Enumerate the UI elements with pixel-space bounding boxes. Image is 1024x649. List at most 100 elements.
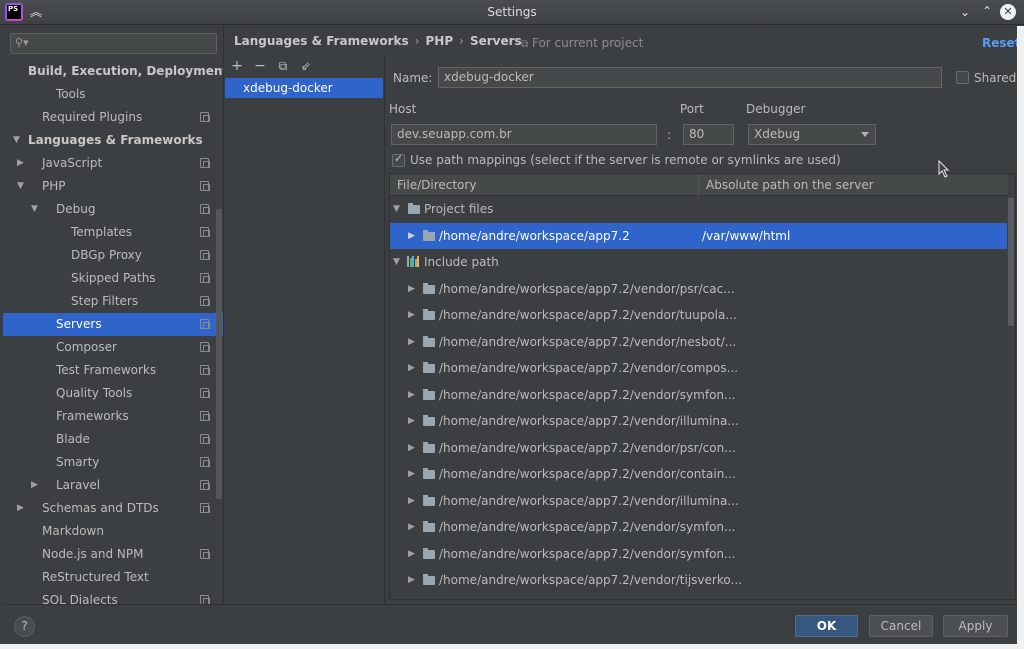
sidebar-item-node-js-and-npm[interactable]: Node.js and NPM <box>3 543 223 566</box>
expand-arrow-down-icon[interactable]: ▼ <box>13 129 20 152</box>
mapping-row[interactable]: ▶ /home/andre/workspace/app7.2/vendor/sym… <box>390 541 1007 567</box>
expand-arrow-right-icon[interactable]: ▶ <box>408 302 415 328</box>
dropdown-arrow-icon <box>861 132 869 137</box>
scrollbar-thumb[interactable] <box>1008 198 1014 326</box>
sidebar-item-templates[interactable]: Templates <box>3 221 223 244</box>
remove-server-button[interactable]: − <box>252 58 268 74</box>
sidebar-item-languages-frameworks[interactable]: ▼ Languages & Frameworks <box>3 129 223 152</box>
expand-arrow-right-icon[interactable]: ▶ <box>408 435 415 461</box>
apply-button[interactable]: Apply <box>943 615 1008 637</box>
sidebar-item-composer[interactable]: Composer <box>3 336 223 359</box>
project-level-icon <box>200 158 210 168</box>
sidebar-item-debug[interactable]: ▼ Debug <box>3 198 223 221</box>
mapping-row[interactable]: ▶ /home/andre/workspace/app7.2/vendor/psr… <box>390 276 1007 302</box>
add-server-button[interactable]: + <box>229 58 245 74</box>
chevron-down-icon[interactable]: ⌄ <box>957 4 973 20</box>
sidebar-item-skipped-paths[interactable]: Skipped Paths <box>3 267 223 290</box>
debugger-select[interactable]: Xdebug <box>748 124 876 145</box>
mapping-row[interactable]: ▶ /home/andre/workspace/app7.2/vendor/sym… <box>390 514 1007 540</box>
sidebar-item-required-plugins[interactable]: Required Plugins <box>3 106 223 129</box>
project-level-icon <box>200 112 210 122</box>
expand-arrow-right-icon[interactable]: ▶ <box>408 408 415 434</box>
sidebar-item-sql-dialects[interactable]: SQL Dialects <box>3 589 223 604</box>
folder-icon <box>408 203 420 214</box>
sidebar-item-servers[interactable]: Servers <box>3 313 223 336</box>
tree-scrollbar[interactable] <box>216 209 222 499</box>
close-icon[interactable]: ✕ <box>1000 4 1016 20</box>
expand-arrow-right-icon[interactable]: ▶ <box>408 355 415 381</box>
mapping-group-row[interactable]: ▼ Include path <box>390 249 1007 275</box>
expand-arrow-right-icon[interactable]: ▶ <box>408 488 415 514</box>
cancel-button[interactable]: Cancel <box>869 615 933 637</box>
expand-arrow-right-icon[interactable]: ▶ <box>408 382 415 408</box>
mapping-row[interactable]: ▶ /home/andre/workspace/app7.2/vendor/psr… <box>390 435 1007 461</box>
mapping-row[interactable]: ▶ /home/andre/workspace/app7.2/vendor/tij… <box>390 567 1007 593</box>
path-mappings-checkbox[interactable] <box>392 152 405 167</box>
table-header: File/Directory Absolute path on the serv… <box>390 174 1008 196</box>
name-input[interactable]: xdebug-docker <box>438 67 942 88</box>
column-header-server-path[interactable]: Absolute path on the server <box>698 174 1008 196</box>
host-input[interactable]: dev.seuapp.com.br <box>391 124 657 145</box>
search-input[interactable]: ⚲▾ <box>10 33 217 54</box>
mapping-row[interactable]: ▶ /home/andre/workspace/app7.2/var/www/ht… <box>390 222 1007 249</box>
server-list-item[interactable]: xdebug-docker <box>225 78 383 98</box>
name-label: Name: <box>393 71 433 85</box>
mapping-row[interactable]: ▶ /home/andre/workspace/app7.2/vendor/tuu… <box>390 302 1007 328</box>
chevron-up-icon[interactable]: ⌃ <box>979 3 995 19</box>
sidebar-item-schemas-and-dtds[interactable]: ▶ Schemas and DTDs <box>3 497 223 520</box>
expand-arrow-right-icon[interactable]: ▶ <box>408 329 415 355</box>
table-scrollbar[interactable] <box>1007 196 1015 599</box>
library-icon <box>407 256 419 267</box>
port-input[interactable]: 80 <box>683 124 734 145</box>
mapping-row[interactable]: ▶ /home/andre/workspace/app7.2/vendor/com… <box>390 355 1007 381</box>
sidebar-item-dbgp-proxy[interactable]: DBGp Proxy <box>3 244 223 267</box>
expand-arrow-down-icon[interactable]: ▼ <box>393 196 400 222</box>
help-button[interactable]: ? <box>14 616 35 637</box>
local-path: Project files <box>424 202 494 216</box>
mapping-row[interactable]: ▶ /home/andre/workspace/app7.2/vendor/ill… <box>390 408 1007 434</box>
sidebar-item-restructured-text[interactable]: ReStructured Text <box>3 566 223 589</box>
project-level-icon <box>200 365 210 375</box>
sidebar-item-markdown[interactable]: Markdown <box>3 520 223 543</box>
ok-button[interactable]: OK <box>795 615 858 637</box>
sidebar-item-label: Quality Tools <box>56 386 133 400</box>
mapping-row[interactable]: ▶ /home/andre/workspace/app7.2/vendor/nes… <box>390 329 1007 355</box>
sidebar-item-smarty[interactable]: Smarty <box>3 451 223 474</box>
expand-arrow-down-icon[interactable]: ▼ <box>17 175 24 198</box>
expand-arrow-right-icon[interactable]: ▶ <box>408 223 415 249</box>
mapping-group-row[interactable]: ▼ Project files <box>390 196 1007 222</box>
expand-arrow-right-icon[interactable]: ▶ <box>408 276 415 302</box>
sidebar-item-blade[interactable]: Blade <box>3 428 223 451</box>
sidebar-item-frameworks[interactable]: Frameworks <box>3 405 223 428</box>
reset-link[interactable]: Reset <box>982 36 1020 50</box>
sidebar-item-test-frameworks[interactable]: Test Frameworks <box>3 359 223 382</box>
sidebar-item-label: Node.js and NPM <box>42 547 144 561</box>
column-header-file[interactable]: File/Directory <box>397 174 697 196</box>
expand-arrow-right-icon[interactable]: ▶ <box>408 567 415 593</box>
mapping-row[interactable]: ▶ /home/andre/workspace/app7.2/vendor/con… <box>390 461 1007 487</box>
servers-list-panel: + − ⧉ ⇙ xdebug-docker <box>225 56 385 604</box>
shared-checkbox[interactable] <box>956 71 969 84</box>
server-path[interactable]: /var/www/html <box>702 223 790 249</box>
sidebar-item-quality-tools[interactable]: Quality Tools <box>3 382 223 405</box>
sidebar-item-step-filters[interactable]: Step Filters <box>3 290 223 313</box>
copy-server-button[interactable]: ⧉ <box>275 58 291 74</box>
expand-arrow-right-icon[interactable]: ▶ <box>17 152 24 175</box>
expand-arrow-right-icon[interactable]: ▶ <box>31 474 38 497</box>
expand-arrow-right-icon[interactable]: ▶ <box>408 514 415 540</box>
expand-arrow-down-icon[interactable]: ▼ <box>31 198 38 221</box>
sidebar-item-javascript[interactable]: ▶ JavaScript <box>3 152 223 175</box>
mapping-row[interactable]: ▶ /home/andre/workspace/app7.2/vendor/ill… <box>390 488 1007 514</box>
sidebar-item-laravel[interactable]: ▶ Laravel <box>3 474 223 497</box>
expand-arrow-right-icon[interactable]: ▶ <box>408 541 415 567</box>
expand-arrow-right-icon[interactable]: ▶ <box>17 497 24 520</box>
sidebar-item-label: DBGp Proxy <box>71 248 142 262</box>
mapping-row[interactable]: ▶ /home/andre/workspace/app7.2/vendor/sym… <box>390 382 1007 408</box>
expand-arrow-down-icon[interactable]: ▼ <box>393 249 400 275</box>
sidebar-item-php[interactable]: ▼ PHP <box>3 175 223 198</box>
sidebar-item-tools[interactable]: Tools <box>3 83 223 106</box>
sidebar-item-build-execution-deployment[interactable]: Build, Execution, Deployment <box>3 60 223 83</box>
expand-arrow-right-icon[interactable]: ▶ <box>408 461 415 487</box>
import-server-button[interactable]: ⇙ <box>298 58 314 74</box>
sidebar-item-label: Composer <box>56 340 117 354</box>
